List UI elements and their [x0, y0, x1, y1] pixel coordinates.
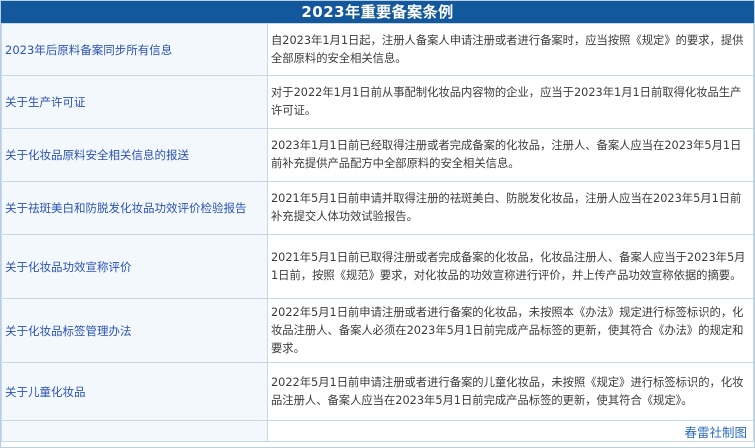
footer-empty-cell	[1, 420, 268, 442]
row-detail: 2022年5月1日前申请注册或者进行备案的化妆品，未按照本《办法》规定进行标签标…	[267, 298, 754, 363]
row-topic[interactable]: 关于化妆品功效宣称评价	[1, 234, 268, 299]
row-topic[interactable]: 关于生产许可证	[1, 75, 268, 129]
row-detail: 自2023年1月1日起，注册人备案人申请注册或者进行备案时，应当按照《规定》的要…	[267, 23, 754, 76]
row-detail: 2022年5月1日前申请注册或者进行备案的儿童化妆品，未按照《规定》进行标签标识…	[267, 362, 754, 421]
table-row: 关于化妆品功效宣称评价 2021年5月1日前已取得注册或者完成备案的化妆品，化妆…	[1, 234, 754, 299]
row-topic[interactable]: 关于化妆品原料安全相关信息的报送	[1, 128, 268, 182]
row-detail: 2021年5月1日前申请并取得注册的祛斑美白、防脱发化妆品，注册人应当在2023…	[267, 181, 754, 235]
table-row: 关于化妆品标签管理办法 2022年5月1日前申请注册或者进行备案的化妆品，未按照…	[1, 298, 754, 363]
row-topic[interactable]: 关于祛斑美白和防脱发化妆品功效评价检验报告	[1, 181, 268, 235]
row-topic[interactable]: 关于化妆品标签管理办法	[1, 298, 268, 363]
footer-row: 春雷社制图	[1, 420, 754, 442]
table-row: 关于生产许可证 对于2022年1月1日前从事配制化妆品内容物的企业，应当于202…	[1, 75, 754, 129]
regulation-table: 2023年后原料备案同步所有信息 自2023年1月1日起，注册人备案人申请注册或…	[1, 23, 754, 442]
row-detail: 2023年1月1日前已经取得注册或者完成备案的化妆品，注册人、备案人应当在202…	[267, 128, 754, 182]
table-row: 关于祛斑美白和防脱发化妆品功效评价检验报告 2021年5月1日前申请并取得注册的…	[1, 181, 754, 235]
row-topic[interactable]: 2023年后原料备案同步所有信息	[1, 23, 268, 76]
row-topic[interactable]: 关于儿童化妆品	[1, 362, 268, 421]
row-detail: 对于2022年1月1日前从事配制化妆品内容物的企业，应当于2023年1月1日前取…	[267, 75, 754, 129]
table-title: 2023年重要备案条例	[1, 1, 754, 23]
table-row: 2023年后原料备案同步所有信息 自2023年1月1日起，注册人备案人申请注册或…	[1, 23, 754, 76]
footer-credit: 春雷社制图	[267, 420, 754, 442]
table-row: 关于化妆品原料安全相关信息的报送 2023年1月1日前已经取得注册或者完成备案的…	[1, 128, 754, 182]
regulation-table-card: 2023年重要备案条例 2023年后原料备案同步所有信息 自2023年1月1日起…	[0, 0, 755, 448]
table-row: 关于儿童化妆品 2022年5月1日前申请注册或者进行备案的儿童化妆品，未按照《规…	[1, 362, 754, 421]
row-detail: 2021年5月1日前已取得注册或者完成备案的化妆品，化妆品注册人、备案人应当于2…	[267, 234, 754, 299]
